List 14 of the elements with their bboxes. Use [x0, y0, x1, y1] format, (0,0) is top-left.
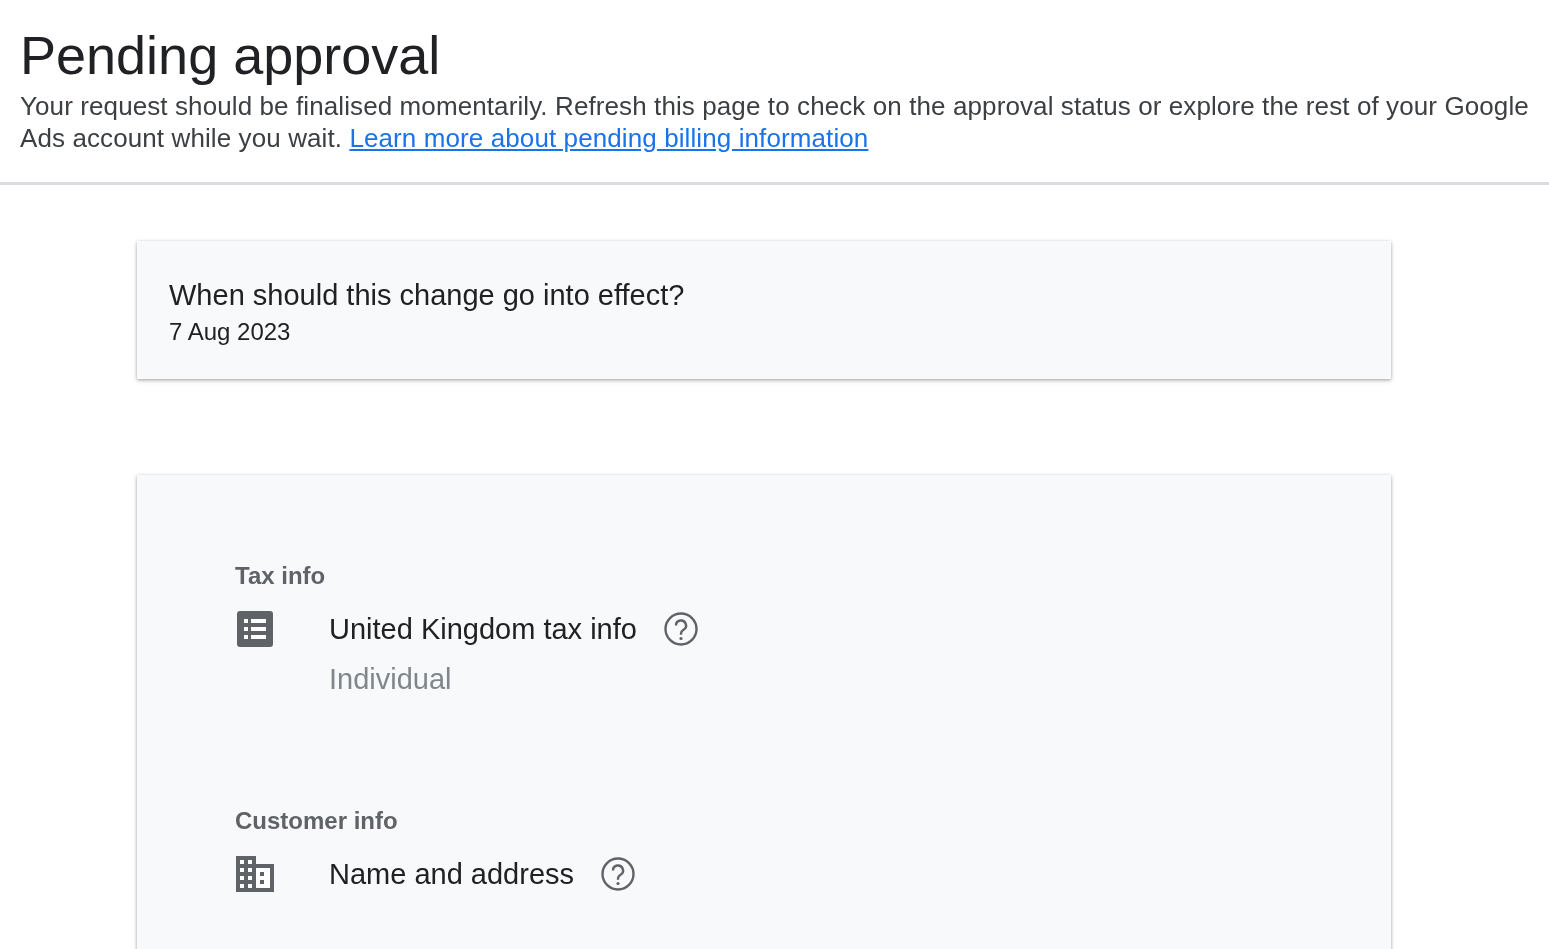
item-value: Individual: [329, 663, 453, 696]
list-icon: [235, 609, 275, 649]
item-label: United Kingdom tax info: [329, 612, 637, 646]
page-title: Pending approval: [20, 24, 442, 86]
section-heading: Tax info: [235, 561, 327, 591]
help-icon[interactable]: [662, 611, 699, 647]
help-icon[interactable]: [600, 856, 637, 892]
section-heading: Customer info: [235, 806, 399, 836]
card-title: When should this change go into effect?: [169, 278, 686, 313]
effective-date: 7 Aug 2023: [169, 317, 292, 347]
item-label: Name and address: [329, 857, 575, 891]
building-icon: [235, 854, 275, 894]
learn-more-link[interactable]: Learn more about pending billing information: [349, 123, 869, 153]
description: Your request should be finalised momentarily. Refresh this page to check on the approval status or explore the rest of your Google Ads account while you wait. Learn more about pending billing information: [20, 90, 1529, 154]
